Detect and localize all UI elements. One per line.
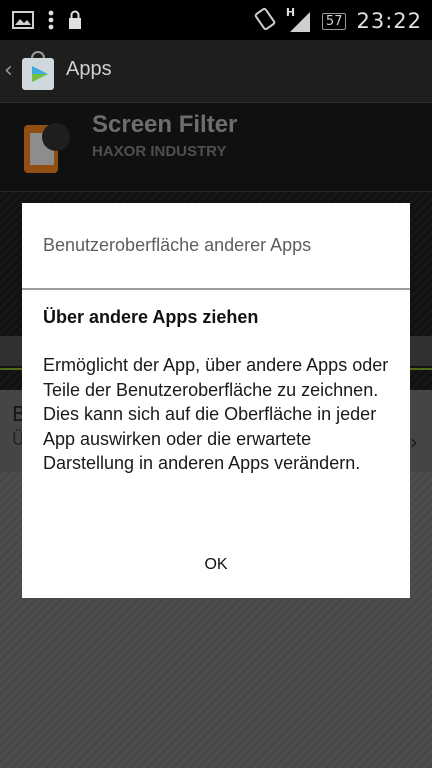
more-icon (48, 10, 54, 34)
lock-icon (68, 10, 82, 34)
image-icon (12, 11, 34, 33)
action-bar-title[interactable]: Apps (66, 58, 112, 81)
action-bar: ‹ Apps (0, 40, 432, 103)
dialog-subtitle: Über andere Apps ziehen (43, 307, 259, 327)
chevron-left-icon[interactable]: ‹ (4, 58, 13, 83)
rotate-icon (254, 7, 276, 35)
clock-time: 23:22 (356, 9, 422, 33)
ok-button[interactable]: OK (22, 543, 410, 587)
dialog-divider (22, 288, 410, 290)
permission-dialog: Benutzeroberfläche anderer Apps Über and… (22, 203, 410, 598)
play-store-icon[interactable] (18, 50, 58, 92)
status-bar: H 57 23:22 (0, 0, 432, 40)
battery-icon: 57 (321, 12, 347, 30)
signal-icon: H (286, 6, 312, 34)
dialog-title: Benutzeroberfläche anderer Apps (43, 235, 312, 255)
dialog-body: Ermöglicht der App, über andere Apps ode… (43, 355, 389, 474)
